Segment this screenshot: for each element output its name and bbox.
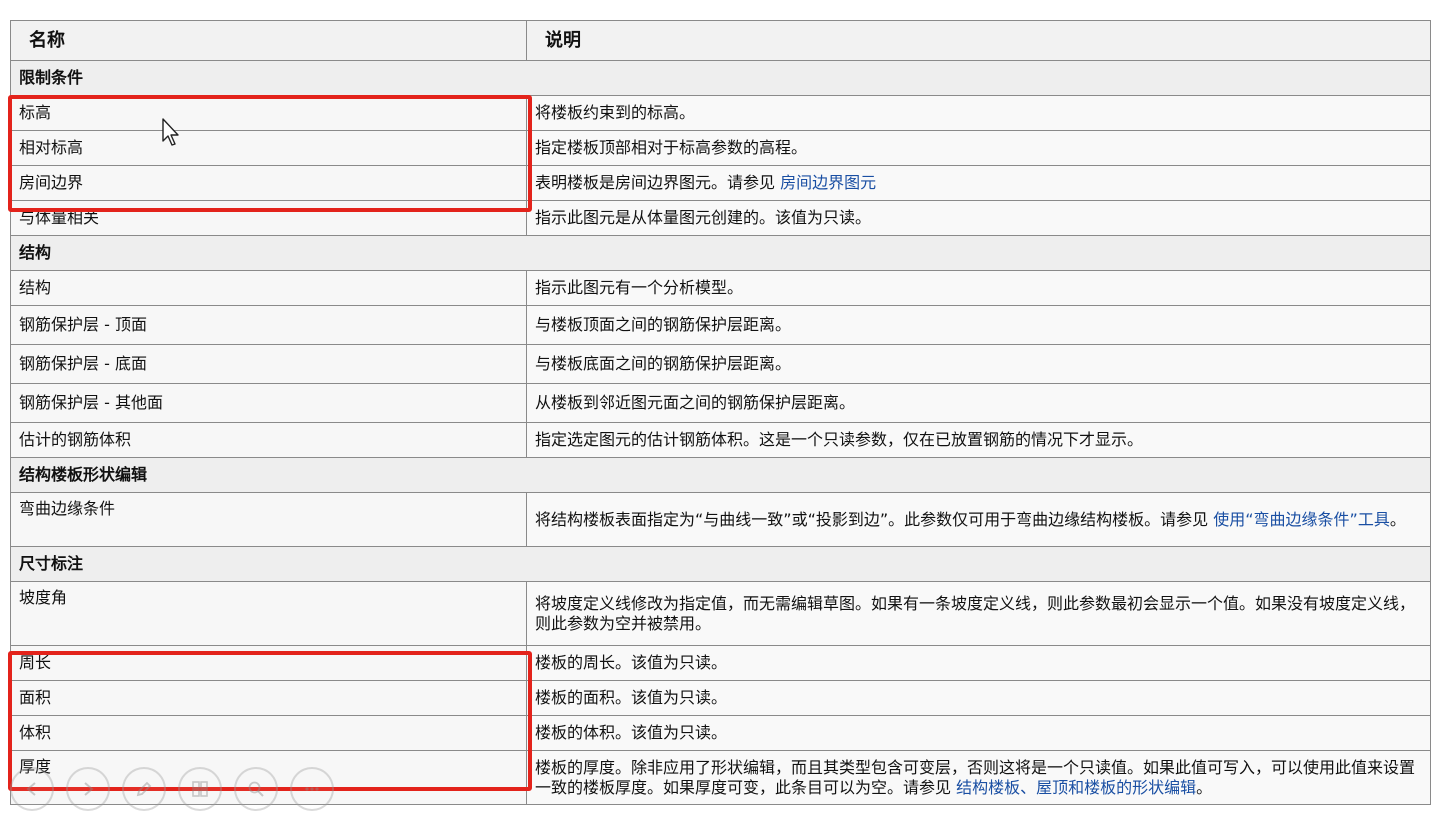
section-title: 结构楼板形状编辑 [10, 457, 1431, 493]
param-name: 体积 [10, 715, 527, 751]
next-icon [84, 782, 94, 796]
column-header-name: 名称 [10, 20, 527, 61]
param-name: 周长 [10, 645, 527, 681]
param-description: 与楼板底面之间的钢筋保护层距离。 [526, 344, 1431, 384]
player-controls [10, 767, 334, 811]
param-description: 指示此图元是从体量图元创建的。该值为只读。 [526, 200, 1431, 236]
param-description-cell: 表明楼板是房间边界图元。请参见 房间边界图元 [526, 165, 1431, 201]
pen-button[interactable] [122, 767, 166, 811]
table-row: 结构 指示此图元有一个分析模型。 [10, 270, 1431, 306]
parameters-table: 名称 说明 限制条件 标高 将楼板约束到的标高。 相对标高 指定楼板顶部相对于标… [10, 20, 1431, 805]
param-name: 相对标高 [10, 130, 527, 166]
param-name: 钢筋保护层 - 底面 [10, 344, 527, 384]
param-name: 面积 [10, 680, 527, 716]
section-row: 限制条件 [10, 60, 1431, 96]
pen-icon [136, 781, 152, 797]
table-row: 与体量相关 指示此图元是从体量图元创建的。该值为只读。 [10, 200, 1431, 236]
room-bounding-link[interactable]: 房间边界图元 [780, 173, 876, 192]
section-title: 结构 [10, 235, 1431, 271]
param-name: 坡度角 [10, 581, 527, 646]
param-name: 与体量相关 [10, 200, 527, 236]
mouse-cursor-icon [162, 118, 179, 146]
table-row: 钢筋保护层 - 其他面 从楼板到邻近图元面之间的钢筋保护层距离。 [10, 383, 1431, 423]
param-name: 钢筋保护层 - 顶面 [10, 305, 527, 345]
more-icon [305, 787, 319, 791]
param-description-cell: 楼板的厚度。除非应用了形状编辑，而且其类型包含可变层，否则这将是一个只读值。如果… [526, 750, 1431, 805]
column-header-description: 说明 [526, 20, 1431, 61]
param-name: 标高 [10, 95, 527, 131]
table-row: 弯曲边缘条件 将结构楼板表面指定为“与曲线一致”或“投影到边”。此参数仅可用于弯… [10, 492, 1431, 547]
table-row: 钢筋保护层 - 顶面 与楼板顶面之间的钢筋保护层距离。 [10, 305, 1431, 345]
description-suffix: 。 [1196, 777, 1213, 797]
param-description-cell: 将结构楼板表面指定为“与曲线一致”或“投影到边”。此参数仅可用于弯曲边缘结构楼板… [526, 492, 1431, 547]
param-description: 指定选定图元的估计钢筋体积。这是一个只读参数，仅在已放置钢筋的情况下才显示。 [526, 422, 1431, 458]
table-row: 标高 将楼板约束到的标高。 [10, 95, 1431, 131]
param-description: 从楼板到邻近图元面之间的钢筋保护层距离。 [526, 383, 1431, 423]
shape-editing-link[interactable]: 结构楼板、屋顶和楼板的形状编辑 [956, 778, 1196, 797]
table-row: 房间边界 表明楼板是房间边界图元。请参见 房间边界图元 [10, 165, 1431, 201]
slides-button[interactable] [178, 767, 222, 811]
table-row: 坡度角 将坡度定义线修改为指定值，而无需编辑草图。如果有一条坡度定义线，则此参数… [10, 581, 1431, 646]
param-description: 表明楼板是房间边界图元。请参见 [535, 173, 776, 192]
section-title: 尺寸标注 [10, 546, 1431, 582]
param-description: 指示此图元有一个分析模型。 [526, 270, 1431, 306]
table-row: 钢筋保护层 - 底面 与楼板底面之间的钢筋保护层距离。 [10, 344, 1431, 384]
param-name: 弯曲边缘条件 [10, 492, 527, 547]
curved-edge-condition-link[interactable]: 使用“弯曲边缘条件”工具 [1213, 510, 1390, 529]
previous-icon [26, 782, 36, 796]
slides-icon [192, 781, 208, 797]
param-description: 将结构楼板表面指定为“与曲线一致”或“投影到边”。此参数仅可用于弯曲边缘结构楼板… [535, 509, 1209, 529]
param-name: 房间边界 [10, 165, 527, 201]
section-title: 限制条件 [10, 60, 1431, 96]
table-header-row: 名称 说明 [10, 20, 1431, 61]
param-description: 楼板的面积。该值为只读。 [526, 680, 1431, 716]
param-description: 楼板的周长。该值为只读。 [526, 645, 1431, 681]
param-description: 楼板的体积。该值为只读。 [526, 715, 1431, 751]
param-description: 将坡度定义线修改为指定值，而无需编辑草图。如果有一条坡度定义线，则此参数最初会显… [526, 581, 1431, 646]
param-description: 将楼板约束到的标高。 [526, 95, 1431, 131]
param-name: 结构 [10, 270, 527, 306]
table-row: 相对标高 指定楼板顶部相对于标高参数的高程。 [10, 130, 1431, 166]
table-row: 体积 楼板的体积。该值为只读。 [10, 715, 1431, 751]
param-name: 估计的钢筋体积 [10, 422, 527, 458]
param-description: 指定楼板顶部相对于标高参数的高程。 [526, 130, 1431, 166]
table-row: 面积 楼板的面积。该值为只读。 [10, 680, 1431, 716]
section-row: 结构 [10, 235, 1431, 271]
param-name: 钢筋保护层 - 其他面 [10, 383, 527, 423]
zoom-button[interactable] [234, 767, 278, 811]
param-description: 与楼板顶面之间的钢筋保护层距离。 [526, 305, 1431, 345]
description-suffix: 。 [1389, 509, 1406, 529]
section-row: 尺寸标注 [10, 546, 1431, 582]
table-row: 周长 楼板的周长。该值为只读。 [10, 645, 1431, 681]
zoom-icon [248, 781, 264, 797]
previous-button[interactable] [10, 767, 54, 811]
table-row: 估计的钢筋体积 指定选定图元的估计钢筋体积。这是一个只读参数，仅在已放置钢筋的情… [10, 422, 1431, 458]
section-row: 结构楼板形状编辑 [10, 457, 1431, 493]
next-button[interactable] [66, 767, 110, 811]
more-button[interactable] [290, 767, 334, 811]
